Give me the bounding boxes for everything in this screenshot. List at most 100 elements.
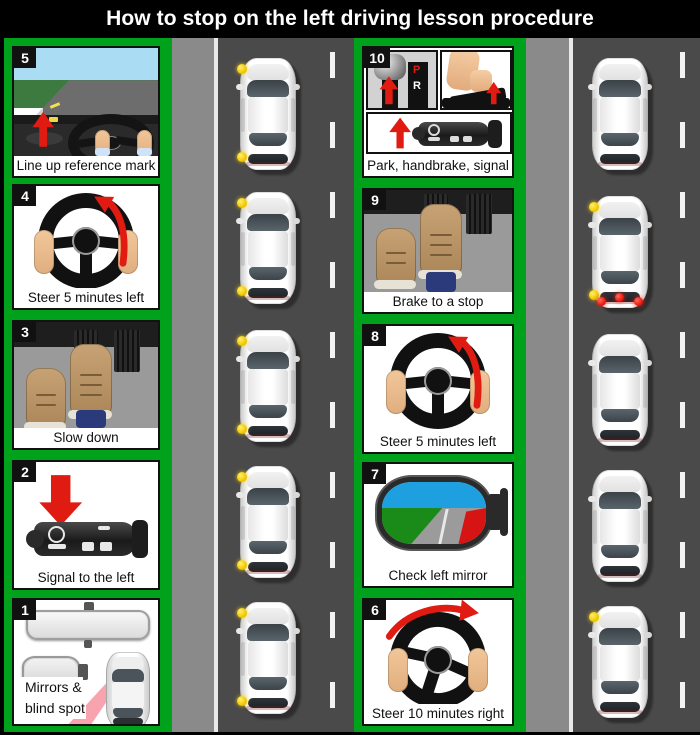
car-mirror-right — [644, 222, 652, 228]
sleeve-right — [137, 148, 152, 156]
car-hood — [247, 472, 289, 488]
step-panel-2[interactable]: 2 Signal to the left — [12, 460, 160, 590]
stalk-knob — [26, 530, 44, 548]
car-windshield — [247, 488, 289, 505]
step-panel-9[interactable]: 9 Brake to a stop — [362, 188, 514, 314]
right-road-car — [588, 58, 653, 175]
step-panel-6[interactable]: 6 Steer 10 minutes right — [362, 598, 514, 726]
car-hood — [247, 608, 289, 624]
car-side-left — [593, 646, 597, 680]
step-badge-5: 5 — [14, 48, 36, 68]
step-caption-5: Line up reference mark — [14, 156, 158, 176]
step-caption-3: Slow down — [14, 428, 158, 448]
indicator-front-left — [589, 612, 599, 622]
wheel-hub — [424, 367, 452, 395]
stalk-base — [488, 120, 502, 148]
car-mirror-right — [292, 218, 300, 224]
ankle — [76, 410, 106, 428]
car-mirror-left — [588, 632, 596, 638]
shoe-lace — [430, 244, 452, 246]
accelerator-pedal-icon — [466, 194, 492, 234]
car-side-right — [643, 236, 647, 270]
car-rear-window — [601, 133, 639, 146]
mirror-stem — [84, 640, 92, 648]
car-rear-light-strip — [246, 296, 290, 300]
shoe-lace — [385, 252, 407, 254]
wheel-hub — [72, 227, 100, 255]
shoe-sole — [24, 422, 66, 428]
indicator-stalk-icon — [418, 122, 490, 146]
car-roof — [248, 641, 288, 677]
car-mirror-left — [236, 218, 244, 224]
car-hood — [247, 336, 289, 352]
mirror-sky — [382, 482, 486, 509]
left-road-car — [236, 602, 301, 719]
car-side-left — [241, 642, 245, 676]
step-caption-2: Signal to the left — [14, 568, 158, 588]
shoe-lace — [80, 374, 102, 376]
car-side-right — [291, 232, 295, 266]
car-windshield — [247, 624, 289, 641]
step-badge-3: 3 — [14, 322, 36, 342]
step-panel-1[interactable]: 1 Mirrors & blind spot — [12, 598, 160, 726]
car-mirror-right — [644, 632, 652, 638]
car-rear-window — [601, 409, 639, 422]
car-side-right — [643, 510, 647, 544]
step-panel-10[interactable]: 10 P R Park, handbrake, signal — [362, 46, 514, 178]
mirror-mount — [500, 488, 508, 536]
right-road-car — [588, 334, 653, 451]
car-roof — [248, 231, 288, 267]
car-side-right — [643, 374, 647, 408]
step-panel-3[interactable]: 3 Slow down — [12, 320, 160, 450]
shoe-lace — [80, 384, 102, 386]
right-pavement — [526, 38, 572, 732]
car-mirror-left — [588, 496, 596, 502]
car-windshield — [599, 628, 641, 645]
car-roof — [600, 97, 640, 133]
car-side-left — [241, 506, 245, 540]
step-caption-1-line1: Mirrors & — [18, 676, 83, 698]
car-body — [592, 58, 648, 170]
car-windshield — [599, 492, 641, 509]
left-road-car — [236, 466, 301, 583]
indicator-rear-left — [237, 696, 247, 706]
car-roof — [600, 373, 640, 409]
step-panel-8[interactable]: 8 Steer 5 minutes left — [362, 324, 514, 454]
car-rear-window — [601, 271, 639, 284]
step-badge-9: 9 — [364, 190, 386, 210]
brake-light — [634, 297, 643, 306]
car-side-left — [593, 374, 597, 408]
car-rear-window — [249, 405, 287, 418]
indicator-arrows-symbol-icon — [428, 137, 440, 141]
car-mirror-left — [236, 492, 244, 498]
hand-right-icon — [470, 370, 490, 414]
car-mirror-left — [236, 84, 244, 90]
car-windshield — [599, 80, 641, 97]
shoe-lace — [430, 234, 452, 236]
car-rear-light-strip — [598, 574, 642, 578]
car-rear-light-strip — [598, 438, 642, 442]
car-roof — [600, 235, 640, 271]
step-panel-5[interactable]: 5 Line up reference mark — [12, 46, 160, 178]
accelerator-pedal-icon — [114, 330, 140, 372]
left-pavement — [172, 38, 218, 732]
car-side-right — [291, 642, 295, 676]
left-road-car — [236, 330, 301, 447]
car-hood — [247, 64, 289, 80]
step-image-9 — [364, 190, 512, 292]
shoe-left-icon — [374, 228, 416, 289]
car-rear-window — [601, 681, 639, 694]
step-panel-7[interactable]: 7 Check left mirror — [362, 462, 514, 588]
car-body — [240, 602, 296, 714]
beam-symbol-icon — [100, 542, 112, 551]
step-badge-6: 6 — [364, 600, 386, 620]
step-panel-4[interactable]: 4 Steer 5 minutes left — [12, 184, 160, 310]
hand-left-icon — [386, 370, 406, 414]
signal-stalk-sub-image — [366, 112, 512, 154]
shoe-lace — [80, 394, 102, 396]
car-rear-light-strip — [598, 162, 642, 166]
car-body — [240, 330, 296, 442]
car-mirror-right — [644, 360, 652, 366]
shoe-right-icon — [418, 204, 462, 279]
sleeve-left — [94, 148, 110, 156]
